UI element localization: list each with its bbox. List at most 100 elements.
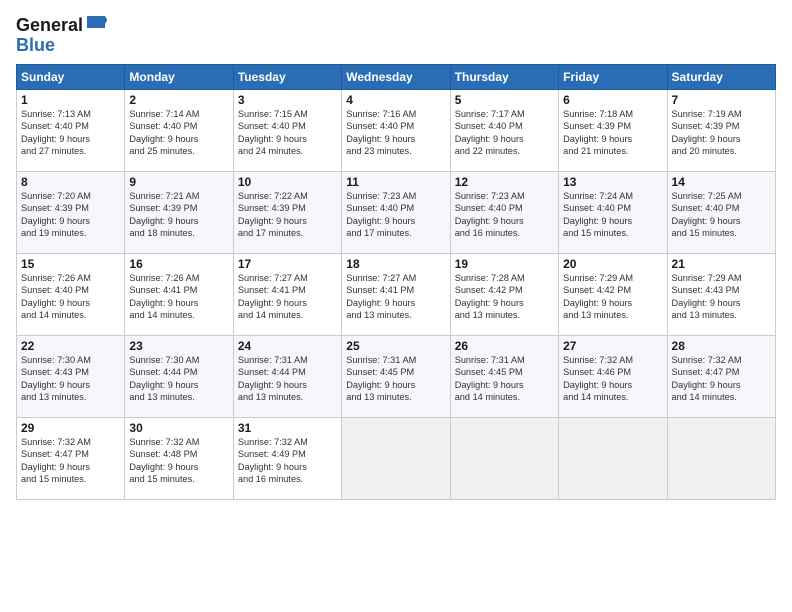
calendar-cell: 16Sunrise: 7:26 AMSunset: 4:41 PMDayligh… [125, 253, 233, 335]
cell-info: Sunrise: 7:13 AMSunset: 4:40 PMDaylight:… [21, 108, 120, 158]
calendar-cell: 26Sunrise: 7:31 AMSunset: 4:45 PMDayligh… [450, 335, 558, 417]
calendar-week-row: 15Sunrise: 7:26 AMSunset: 4:40 PMDayligh… [17, 253, 776, 335]
cell-info: Sunrise: 7:31 AMSunset: 4:44 PMDaylight:… [238, 354, 337, 404]
cell-info: Sunrise: 7:25 AMSunset: 4:40 PMDaylight:… [672, 190, 771, 240]
day-number: 26 [455, 339, 554, 353]
calendar-cell: 14Sunrise: 7:25 AMSunset: 4:40 PMDayligh… [667, 171, 775, 253]
logo-blue: Blue [16, 36, 55, 56]
day-number: 12 [455, 175, 554, 189]
day-number: 23 [129, 339, 228, 353]
logo-general: General [16, 16, 83, 36]
day-number: 29 [21, 421, 120, 435]
day-number: 2 [129, 93, 228, 107]
cell-info: Sunrise: 7:16 AMSunset: 4:40 PMDaylight:… [346, 108, 445, 158]
calendar-cell: 29Sunrise: 7:32 AMSunset: 4:47 PMDayligh… [17, 417, 125, 499]
cell-info: Sunrise: 7:32 AMSunset: 4:49 PMDaylight:… [238, 436, 337, 486]
day-number: 19 [455, 257, 554, 271]
cell-info: Sunrise: 7:26 AMSunset: 4:41 PMDaylight:… [129, 272, 228, 322]
day-number: 6 [563, 93, 662, 107]
calendar-cell: 30Sunrise: 7:32 AMSunset: 4:48 PMDayligh… [125, 417, 233, 499]
day-number: 13 [563, 175, 662, 189]
column-header-thursday: Thursday [450, 64, 558, 89]
cell-info: Sunrise: 7:15 AMSunset: 4:40 PMDaylight:… [238, 108, 337, 158]
column-header-monday: Monday [125, 64, 233, 89]
calendar-week-row: 1Sunrise: 7:13 AMSunset: 4:40 PMDaylight… [17, 89, 776, 171]
day-number: 16 [129, 257, 228, 271]
cell-info: Sunrise: 7:30 AMSunset: 4:43 PMDaylight:… [21, 354, 120, 404]
day-number: 15 [21, 257, 120, 271]
cell-info: Sunrise: 7:23 AMSunset: 4:40 PMDaylight:… [346, 190, 445, 240]
calendar-cell: 19Sunrise: 7:28 AMSunset: 4:42 PMDayligh… [450, 253, 558, 335]
calendar-cell: 23Sunrise: 7:30 AMSunset: 4:44 PMDayligh… [125, 335, 233, 417]
header: General Blue [16, 16, 776, 56]
cell-info: Sunrise: 7:27 AMSunset: 4:41 PMDaylight:… [346, 272, 445, 322]
calendar-cell: 24Sunrise: 7:31 AMSunset: 4:44 PMDayligh… [233, 335, 341, 417]
column-header-friday: Friday [559, 64, 667, 89]
calendar-cell: 31Sunrise: 7:32 AMSunset: 4:49 PMDayligh… [233, 417, 341, 499]
calendar-cell [450, 417, 558, 499]
cell-info: Sunrise: 7:21 AMSunset: 4:39 PMDaylight:… [129, 190, 228, 240]
cell-info: Sunrise: 7:24 AMSunset: 4:40 PMDaylight:… [563, 190, 662, 240]
cell-info: Sunrise: 7:32 AMSunset: 4:46 PMDaylight:… [563, 354, 662, 404]
day-number: 25 [346, 339, 445, 353]
calendar-cell: 6Sunrise: 7:18 AMSunset: 4:39 PMDaylight… [559, 89, 667, 171]
calendar-body: 1Sunrise: 7:13 AMSunset: 4:40 PMDaylight… [17, 89, 776, 499]
cell-info: Sunrise: 7:26 AMSunset: 4:40 PMDaylight:… [21, 272, 120, 322]
calendar-cell: 15Sunrise: 7:26 AMSunset: 4:40 PMDayligh… [17, 253, 125, 335]
calendar-cell: 18Sunrise: 7:27 AMSunset: 4:41 PMDayligh… [342, 253, 450, 335]
day-number: 31 [238, 421, 337, 435]
day-number: 5 [455, 93, 554, 107]
cell-info: Sunrise: 7:29 AMSunset: 4:42 PMDaylight:… [563, 272, 662, 322]
cell-info: Sunrise: 7:27 AMSunset: 4:41 PMDaylight:… [238, 272, 337, 322]
calendar-cell: 9Sunrise: 7:21 AMSunset: 4:39 PMDaylight… [125, 171, 233, 253]
cell-info: Sunrise: 7:19 AMSunset: 4:39 PMDaylight:… [672, 108, 771, 158]
calendar-week-row: 29Sunrise: 7:32 AMSunset: 4:47 PMDayligh… [17, 417, 776, 499]
calendar-week-row: 8Sunrise: 7:20 AMSunset: 4:39 PMDaylight… [17, 171, 776, 253]
cell-info: Sunrise: 7:20 AMSunset: 4:39 PMDaylight:… [21, 190, 120, 240]
cell-info: Sunrise: 7:32 AMSunset: 4:47 PMDaylight:… [672, 354, 771, 404]
cell-info: Sunrise: 7:22 AMSunset: 4:39 PMDaylight:… [238, 190, 337, 240]
calendar-cell: 1Sunrise: 7:13 AMSunset: 4:40 PMDaylight… [17, 89, 125, 171]
day-number: 8 [21, 175, 120, 189]
calendar-cell: 11Sunrise: 7:23 AMSunset: 4:40 PMDayligh… [342, 171, 450, 253]
cell-info: Sunrise: 7:28 AMSunset: 4:42 PMDaylight:… [455, 272, 554, 322]
column-header-wednesday: Wednesday [342, 64, 450, 89]
calendar-cell: 27Sunrise: 7:32 AMSunset: 4:46 PMDayligh… [559, 335, 667, 417]
day-number: 10 [238, 175, 337, 189]
day-number: 18 [346, 257, 445, 271]
calendar-cell: 12Sunrise: 7:23 AMSunset: 4:40 PMDayligh… [450, 171, 558, 253]
calendar-cell: 8Sunrise: 7:20 AMSunset: 4:39 PMDaylight… [17, 171, 125, 253]
calendar-week-row: 22Sunrise: 7:30 AMSunset: 4:43 PMDayligh… [17, 335, 776, 417]
day-number: 17 [238, 257, 337, 271]
day-number: 4 [346, 93, 445, 107]
calendar-cell: 17Sunrise: 7:27 AMSunset: 4:41 PMDayligh… [233, 253, 341, 335]
cell-info: Sunrise: 7:29 AMSunset: 4:43 PMDaylight:… [672, 272, 771, 322]
calendar-cell: 13Sunrise: 7:24 AMSunset: 4:40 PMDayligh… [559, 171, 667, 253]
column-header-saturday: Saturday [667, 64, 775, 89]
day-number: 28 [672, 339, 771, 353]
calendar-cell [667, 417, 775, 499]
day-number: 27 [563, 339, 662, 353]
calendar-cell [559, 417, 667, 499]
day-number: 3 [238, 93, 337, 107]
calendar-table: SundayMondayTuesdayWednesdayThursdayFrid… [16, 64, 776, 500]
cell-info: Sunrise: 7:14 AMSunset: 4:40 PMDaylight:… [129, 108, 228, 158]
calendar-cell: 2Sunrise: 7:14 AMSunset: 4:40 PMDaylight… [125, 89, 233, 171]
cell-info: Sunrise: 7:30 AMSunset: 4:44 PMDaylight:… [129, 354, 228, 404]
calendar-cell: 4Sunrise: 7:16 AMSunset: 4:40 PMDaylight… [342, 89, 450, 171]
day-number: 21 [672, 257, 771, 271]
cell-info: Sunrise: 7:17 AMSunset: 4:40 PMDaylight:… [455, 108, 554, 158]
day-number: 22 [21, 339, 120, 353]
cell-info: Sunrise: 7:31 AMSunset: 4:45 PMDaylight:… [455, 354, 554, 404]
calendar-cell: 25Sunrise: 7:31 AMSunset: 4:45 PMDayligh… [342, 335, 450, 417]
day-number: 14 [672, 175, 771, 189]
cell-info: Sunrise: 7:32 AMSunset: 4:47 PMDaylight:… [21, 436, 120, 486]
column-header-sunday: Sunday [17, 64, 125, 89]
day-number: 9 [129, 175, 228, 189]
day-number: 20 [563, 257, 662, 271]
calendar-cell: 10Sunrise: 7:22 AMSunset: 4:39 PMDayligh… [233, 171, 341, 253]
day-number: 30 [129, 421, 228, 435]
logo-flag-icon [85, 16, 107, 34]
calendar-cell: 7Sunrise: 7:19 AMSunset: 4:39 PMDaylight… [667, 89, 775, 171]
calendar-cell: 28Sunrise: 7:32 AMSunset: 4:47 PMDayligh… [667, 335, 775, 417]
